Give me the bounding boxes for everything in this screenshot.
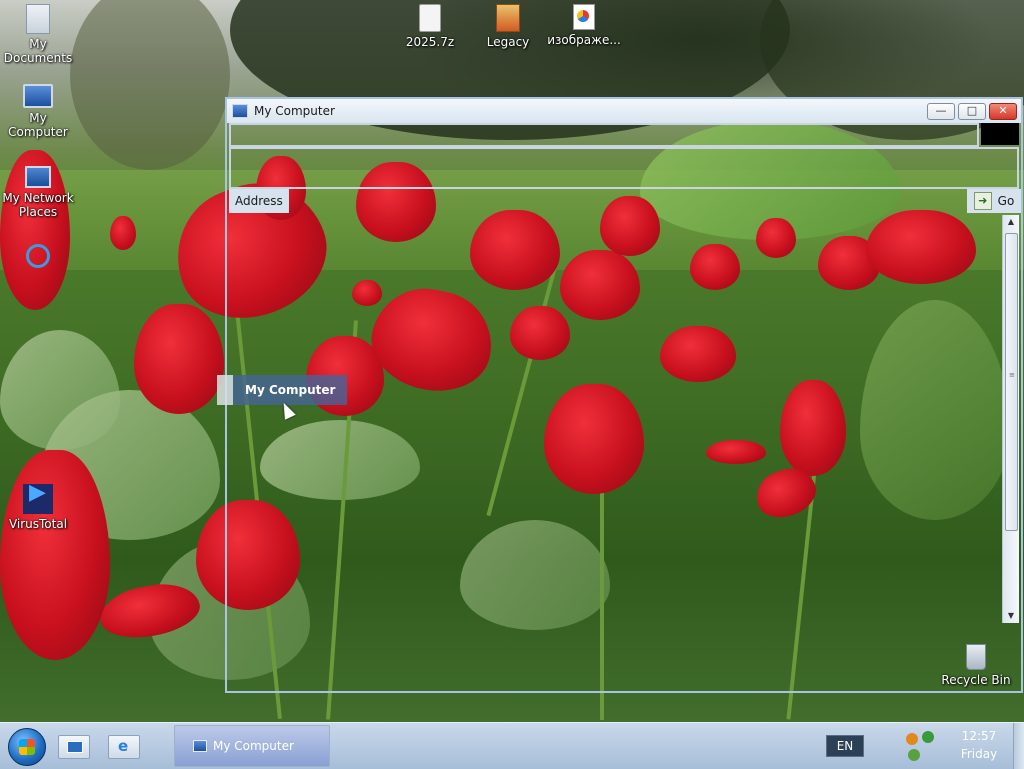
desktop-icon-image-file[interactable]: изображе... bbox=[546, 4, 622, 47]
go-button[interactable]: ➜ Go bbox=[967, 189, 1021, 213]
menu-bar[interactable] bbox=[229, 123, 979, 147]
internet-explorer-quicklaunch-icon[interactable] bbox=[108, 735, 140, 759]
scrollbar-grip: ≡ bbox=[1009, 371, 1015, 379]
go-label: Go bbox=[997, 194, 1015, 208]
throbber-logo bbox=[981, 123, 1019, 145]
desktop-icon-my-computer[interactable]: My Computer bbox=[0, 84, 76, 139]
window-title: My Computer bbox=[254, 104, 335, 118]
clock[interactable]: 12:57 Friday bbox=[952, 727, 1006, 763]
taskbar: My Computer EN 12:57 Friday bbox=[0, 722, 1024, 769]
desktop-icon-label: My Computer bbox=[8, 111, 68, 139]
drag-ghost-label: My Computer bbox=[233, 375, 348, 405]
show-desktop-button[interactable] bbox=[1013, 723, 1024, 769]
show-desktop-quicklaunch-icon[interactable] bbox=[58, 735, 90, 759]
scroll-down-arrow-icon[interactable]: ▼ bbox=[1003, 609, 1019, 623]
scroll-up-arrow-icon[interactable]: ▲ bbox=[1003, 215, 1019, 229]
clock-time: 12:57 bbox=[961, 729, 997, 743]
network-icon bbox=[25, 166, 51, 188]
network-tray-icon[interactable] bbox=[922, 731, 934, 743]
taskbar-button-label: My Computer bbox=[213, 739, 294, 753]
desktop-icon-2025-7z[interactable]: 2025.7z bbox=[392, 4, 468, 49]
address-bar[interactable]: Address ➜ Go bbox=[229, 189, 1021, 213]
taskbar-button-my-computer[interactable]: My Computer bbox=[174, 725, 330, 767]
drag-ghost-icon bbox=[217, 375, 233, 405]
image-file-icon bbox=[573, 4, 595, 30]
internet-explorer-icon bbox=[26, 244, 50, 268]
virustotal-icon bbox=[23, 484, 53, 514]
computer-icon bbox=[232, 104, 248, 118]
desktop-icon-label: изображе... bbox=[547, 33, 621, 47]
scrollbar-thumb[interactable]: ≡ bbox=[1005, 233, 1018, 531]
computer-icon bbox=[23, 84, 53, 108]
desktop-icon-virustotal[interactable]: VirusTotal bbox=[0, 484, 76, 531]
desktop-icon-my-network-places[interactable]: My Network Places bbox=[0, 166, 76, 219]
minimize-button[interactable]: — bbox=[927, 103, 955, 120]
documents-icon bbox=[26, 4, 50, 34]
address-label: Address bbox=[229, 189, 289, 213]
language-indicator[interactable]: EN bbox=[826, 735, 864, 757]
archive-file-icon bbox=[419, 4, 441, 32]
desktop-icon-internet[interactable] bbox=[20, 244, 56, 271]
desktop-icon-label: My Network Places bbox=[2, 191, 74, 219]
computer-icon bbox=[193, 740, 207, 752]
close-button[interactable]: ✕ bbox=[989, 103, 1017, 120]
clock-day: Friday bbox=[960, 747, 998, 761]
go-arrow-icon: ➜ bbox=[973, 192, 992, 210]
desktop-icon-label: VirusTotal bbox=[8, 517, 68, 531]
start-button[interactable] bbox=[8, 728, 46, 766]
desktop-icon-label: Legacy bbox=[486, 35, 530, 49]
desktop-icon-label: My Documents bbox=[3, 37, 73, 65]
desktop-icon-label: 2025.7z bbox=[405, 35, 455, 49]
legacy-app-icon bbox=[496, 4, 520, 32]
desktop-icon-my-documents[interactable]: My Documents bbox=[0, 4, 76, 65]
search-tray-icon[interactable] bbox=[906, 733, 918, 745]
window-titlebar[interactable]: My Computer — □ ✕ bbox=[227, 99, 1021, 123]
toolbar[interactable] bbox=[229, 147, 1019, 189]
update-tray-icon[interactable] bbox=[908, 749, 920, 761]
drag-ghost: My Computer bbox=[217, 375, 348, 405]
maximize-button[interactable]: □ bbox=[958, 103, 986, 120]
vertical-scrollbar[interactable]: ▲ ≡ ▼ bbox=[1002, 215, 1019, 623]
desktop-icon-legacy[interactable]: Legacy bbox=[470, 4, 546, 49]
